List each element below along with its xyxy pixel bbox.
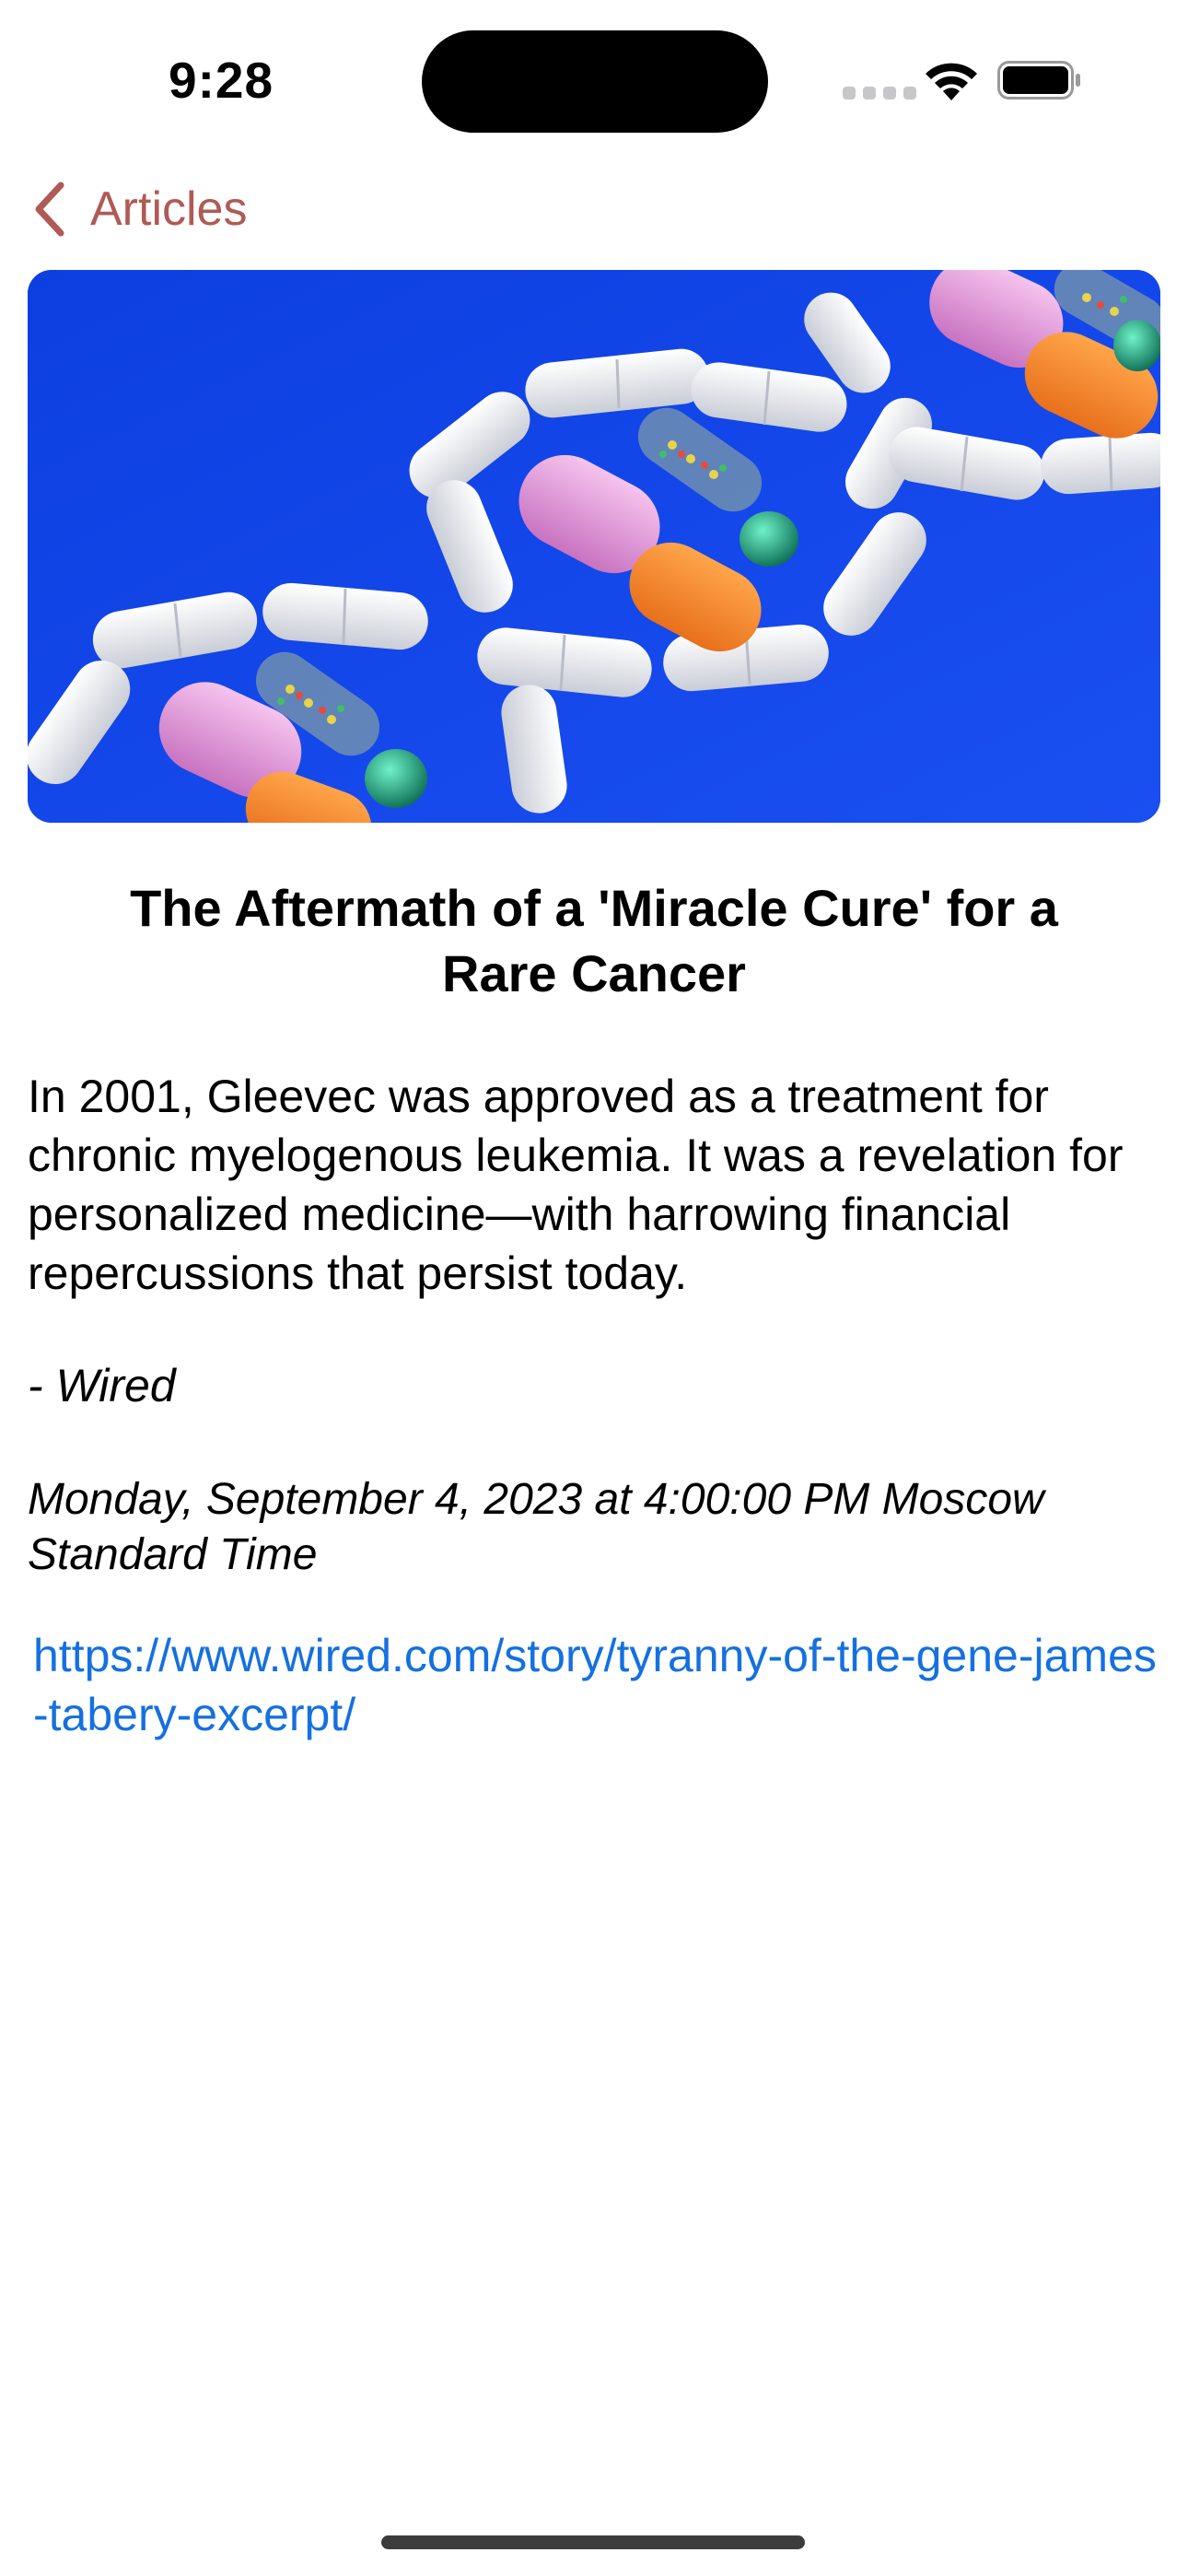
- back-button[interactable]: Articles: [31, 175, 247, 243]
- article-image: [28, 270, 1160, 823]
- article-url-link[interactable]: https://www.wired.com/story/tyranny-of-t…: [33, 1626, 1166, 1744]
- article-title: The Aftermath of a 'Miracle Cure' for a …: [130, 879, 1058, 1002]
- home-indicator[interactable]: [381, 2535, 805, 2549]
- dynamic-island: [422, 30, 768, 133]
- back-button-label: Articles: [90, 182, 248, 236]
- status-time: 9:28: [169, 52, 274, 109]
- pills-dna-illustration: [28, 270, 1160, 823]
- cellular-signal-icon: [843, 87, 916, 100]
- wifi-icon: [926, 63, 977, 100]
- status-bar: 9:28: [0, 0, 1188, 157]
- battery-icon: [997, 61, 1080, 100]
- article-date: Monday, September 4, 2023 at 4:00:00 PM …: [28, 1475, 1044, 1579]
- article-source: - Wired: [28, 1360, 176, 1411]
- chevron-left-icon: [35, 181, 64, 237]
- article-summary: In 2001, Gleevec was approved as a treat…: [28, 1071, 1124, 1299]
